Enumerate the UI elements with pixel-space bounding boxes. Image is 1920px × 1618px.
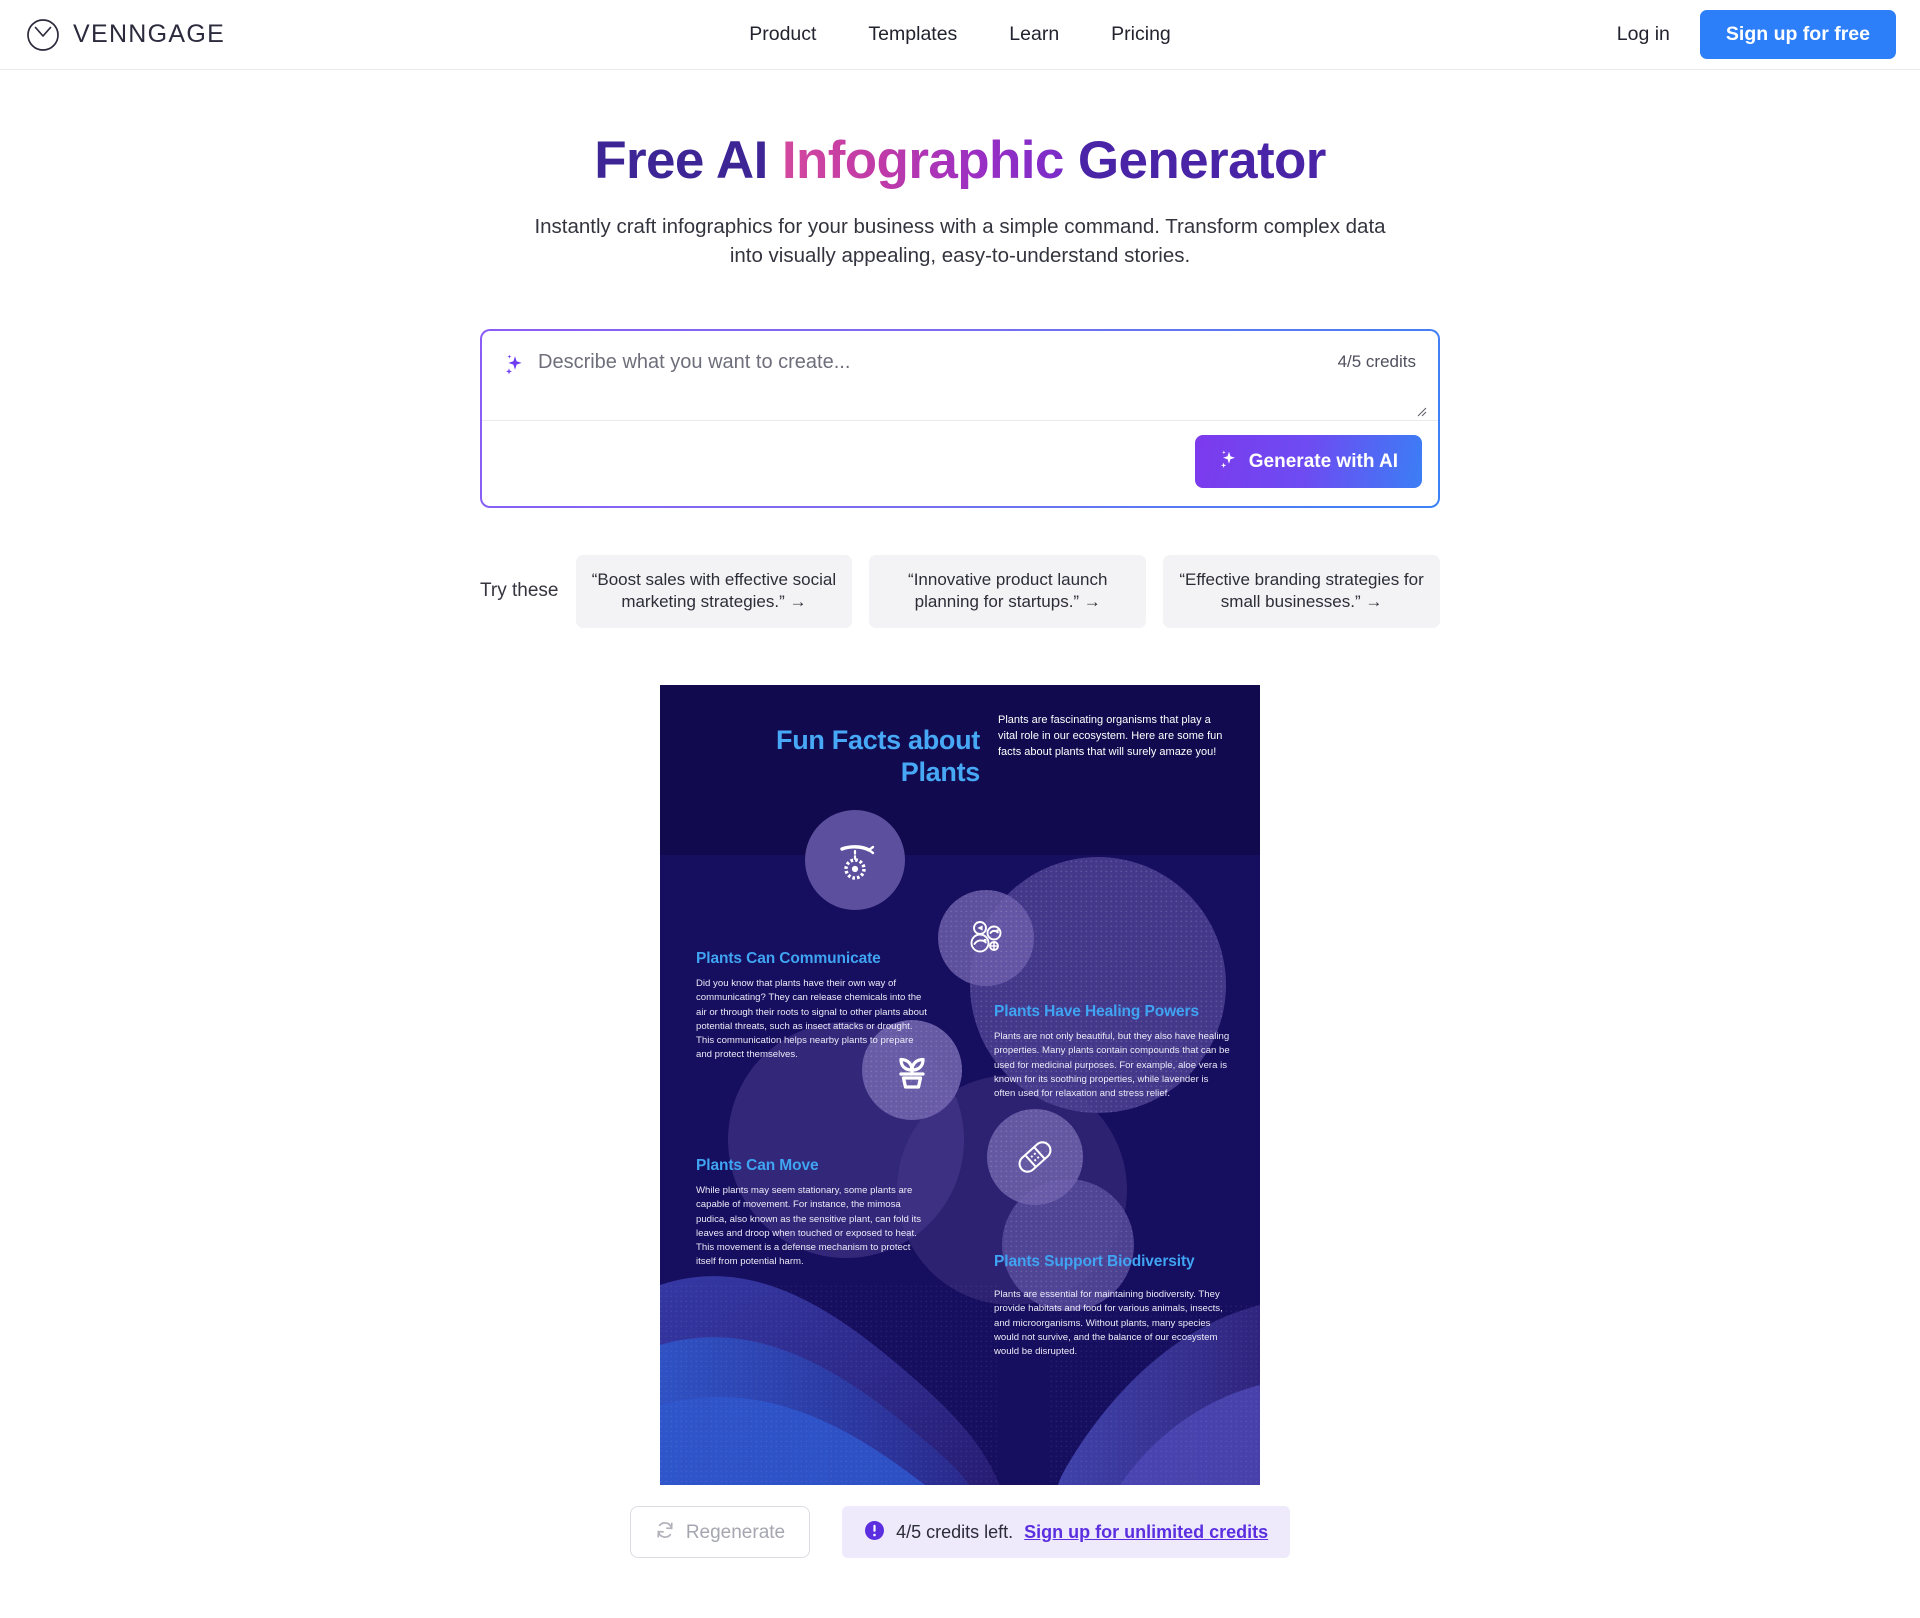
- title-part-infographic: Infographic: [781, 131, 1065, 190]
- textarea-resize-handle[interactable]: [1415, 404, 1427, 416]
- sparkles-icon: [504, 353, 526, 382]
- suggestion-chip-2[interactable]: “Innovative product launch planning for …: [869, 554, 1147, 629]
- exclamation-circle-icon: [864, 1520, 885, 1544]
- regenerate-button[interactable]: Regenerate: [629, 1506, 811, 1559]
- infographic-intro: Plants are fascinating organisms that pl…: [998, 714, 1223, 758]
- brand-logo[interactable]: VENNGAGE: [26, 18, 225, 52]
- suggestion-chip-1[interactable]: “Boost sales with effective social marke…: [575, 554, 853, 629]
- bandage-icon: [987, 1109, 1083, 1205]
- prompt-input[interactable]: [538, 350, 1158, 374]
- fact-body-1: Did you know that plants have their own …: [696, 978, 927, 1060]
- credits-left-text: 4/5 credits left.: [896, 1522, 1014, 1543]
- regenerate-label: Regenerate: [685, 1521, 786, 1543]
- try-these-label: Try these: [480, 580, 559, 602]
- prompt-box: 4/5 credits Generate with AI: [480, 328, 1440, 508]
- signup-unlimited-credits-link[interactable]: Sign up for unlimited credits: [1024, 1523, 1268, 1541]
- brand-name: VENNGAGE: [73, 20, 226, 48]
- fact-body-2: Plants are not only beautiful, but they …: [994, 1031, 1230, 1099]
- credits-banner: 4/5 credits left. Sign up for unlimited …: [842, 1506, 1291, 1559]
- title-part-generator: Generator: [1063, 131, 1327, 190]
- login-link[interactable]: Log in: [1617, 23, 1670, 46]
- result-action-bar: Regenerate 4/5 credits left. Sign up for…: [0, 1506, 1920, 1559]
- fact-block-2: Plants Have Healing Powers Plants are no…: [994, 1003, 1230, 1100]
- hero-section: Free AI Infographic Generator Instantly …: [0, 70, 1920, 271]
- infographic-preview-area: Fun Facts about Plants Plants are fascin…: [0, 685, 1920, 1486]
- primary-nav: Product Templates Learn Pricing: [749, 23, 1171, 46]
- nav-item-product[interactable]: Product: [749, 23, 816, 46]
- sparkles-icon: [1219, 449, 1239, 474]
- generate-button-label: Generate with AI: [1248, 450, 1398, 472]
- fact-block-1: Plants Can Communicate Did you know that…: [696, 950, 928, 1062]
- nav-item-learn[interactable]: Learn: [1009, 23, 1059, 46]
- top-navigation-bar: VENNGAGE Product Templates Learn Pricing…: [0, 0, 1920, 70]
- generated-infographic[interactable]: Fun Facts about Plants Plants are fascin…: [660, 685, 1260, 1486]
- prompt-input-area: 4/5 credits: [482, 331, 1438, 421]
- suggestion-row: Try these “Boost sales with effective so…: [480, 554, 1440, 629]
- credits-counter: 4/5 credits: [1337, 351, 1416, 371]
- signup-button[interactable]: Sign up for free: [1699, 9, 1896, 60]
- fact-block-4: Plants Support Biodiversity Plants are e…: [994, 1253, 1232, 1358]
- nav-item-templates[interactable]: Templates: [868, 23, 957, 46]
- infographic-title: Fun Facts about Plants: [700, 725, 980, 789]
- fact-block-3: Plants Can Move While plants may seem st…: [696, 1157, 929, 1269]
- prompt-actions: Generate with AI: [482, 421, 1438, 506]
- generate-with-ai-button[interactable]: Generate with AI: [1194, 434, 1422, 488]
- suggestion-chip-3[interactable]: “Effective branding strategies for small…: [1163, 554, 1440, 629]
- page-title: Free AI Infographic Generator: [0, 131, 1920, 190]
- fact-heading-4: Plants Support Biodiversity: [994, 1253, 1195, 1271]
- fact-heading-2: Plants Have Healing Powers: [994, 1003, 1200, 1021]
- herbs-leaves-icon: [938, 890, 1034, 986]
- fact-heading-1: Plants Can Communicate: [696, 950, 881, 968]
- hanging-flower-branch-icon: [805, 810, 905, 910]
- infographic-title-line-1: Fun Facts about: [776, 725, 980, 756]
- fact-body-3: While plants may seem stationary, some p…: [696, 1185, 922, 1267]
- fact-body-4: Plants are essential for maintaining bio…: [994, 1289, 1223, 1357]
- page-subtitle: Instantly craft infographics for your bu…: [534, 215, 1386, 268]
- nav-actions: Log in Sign up for free: [1617, 9, 1896, 60]
- refresh-icon: [655, 1520, 675, 1544]
- venngage-clock-logo-icon: [26, 18, 60, 52]
- infographic-title-line-2: Plants: [900, 757, 981, 788]
- title-part-free-ai: Free AI: [594, 131, 782, 190]
- fact-heading-3: Plants Can Move: [696, 1157, 819, 1175]
- nav-item-pricing[interactable]: Pricing: [1111, 23, 1171, 46]
